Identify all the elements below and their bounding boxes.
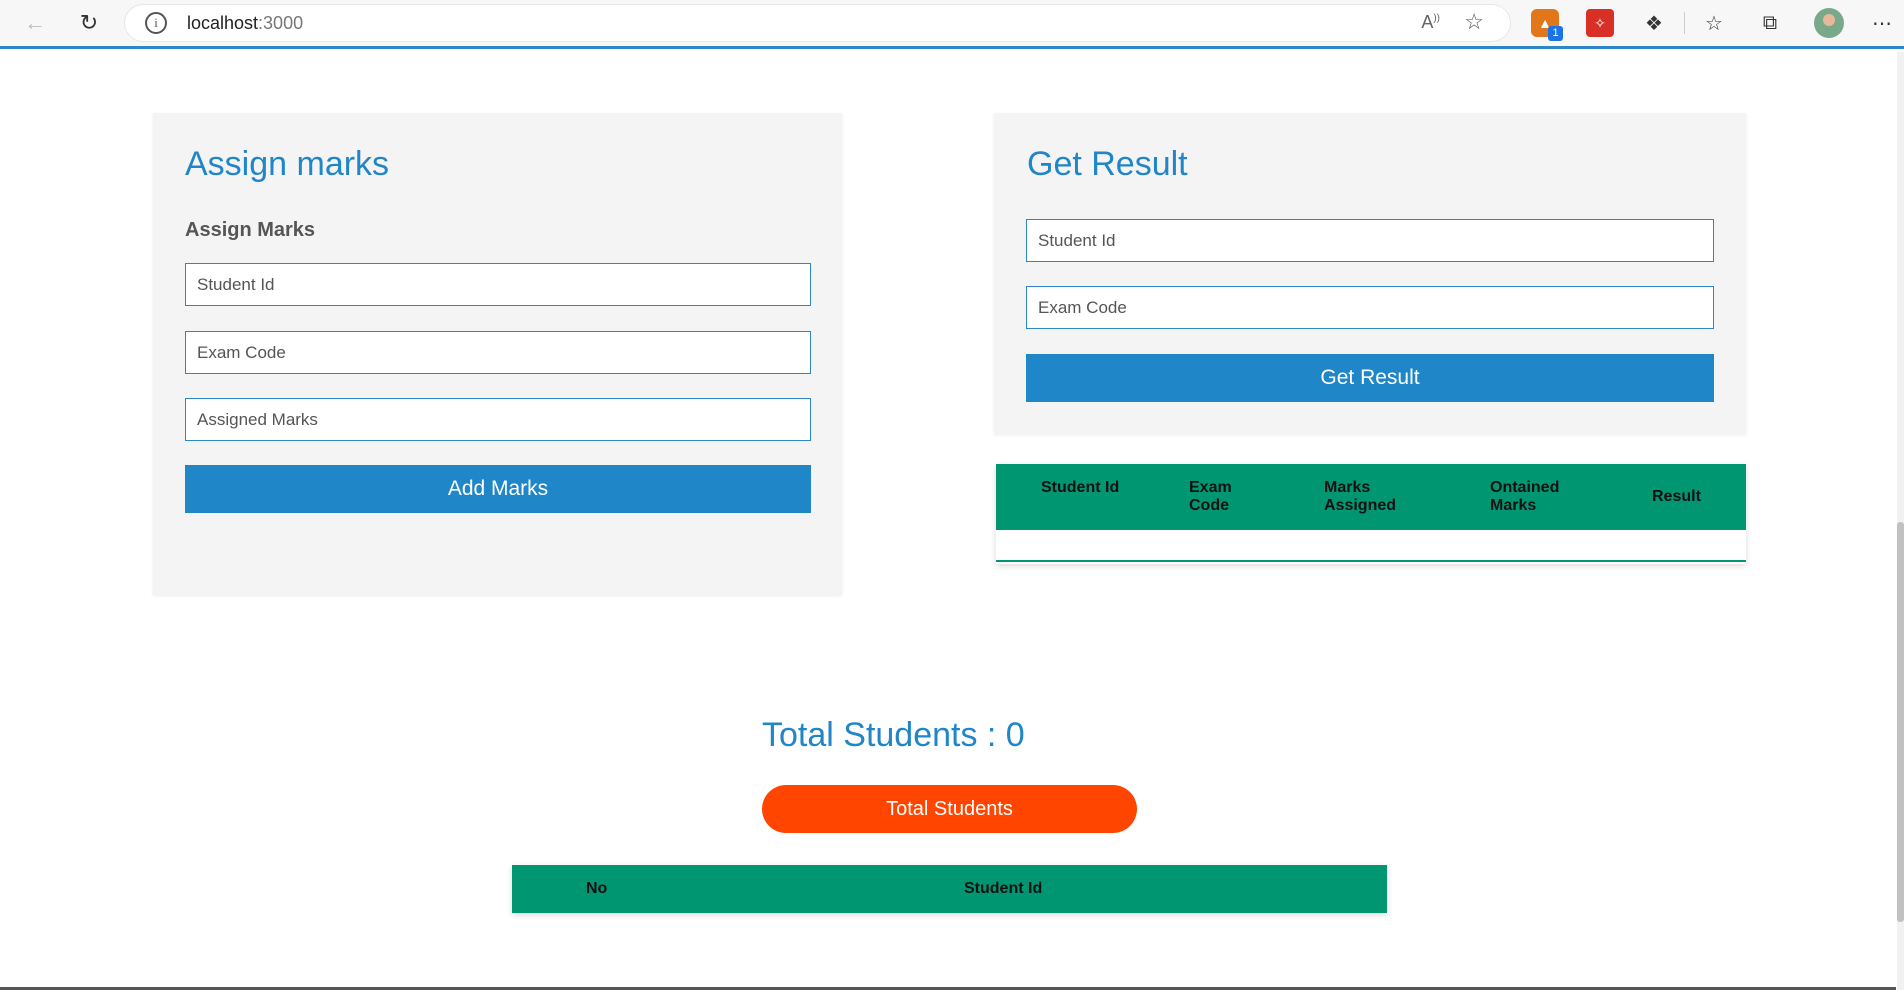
star-plus-icon[interactable]: ☆ — [1464, 9, 1484, 35]
header-student-id: Student Id — [964, 880, 1043, 897]
reload-icon[interactable]: ↻ — [72, 8, 106, 38]
page-scrollbar[interactable] — [1897, 52, 1904, 990]
result-exam-code-input[interactable] — [1026, 286, 1714, 329]
header-student-id: Student Id — [1041, 479, 1120, 496]
result-student-id-input[interactable] — [1026, 219, 1714, 262]
extension-badge: 1 — [1548, 26, 1563, 41]
get-result-panel: Get Result Get Result — [994, 113, 1746, 434]
add-marks-button[interactable]: Add Marks — [185, 465, 811, 513]
result-table: Student Id Exam Code Marks Assigned Onta… — [996, 464, 1746, 564]
favorites-icon[interactable]: ☆ — [1700, 9, 1728, 37]
collections-icon[interactable]: ⧉ — [1756, 9, 1784, 37]
header-no: No — [586, 880, 608, 897]
result-table-header: Student Id Exam Code Marks Assigned Onta… — [996, 464, 1746, 530]
assigned-marks-input[interactable] — [185, 398, 811, 441]
assign-student-id-input[interactable] — [185, 263, 811, 306]
info-icon[interactable]: i — [145, 12, 167, 34]
profile-avatar[interactable] — [1814, 8, 1844, 38]
header-result: Result — [1652, 488, 1701, 505]
total-students-button[interactable]: Total Students — [762, 785, 1137, 833]
url-text[interactable]: localhost:3000 — [187, 13, 303, 34]
students-table-header: No Student Id — [512, 865, 1387, 913]
get-result-title: Get Result — [1027, 145, 1188, 183]
back-arrow-icon[interactable]: ← — [18, 8, 52, 38]
address-bar[interactable]: i localhost:3000 A)) ☆ — [125, 5, 1510, 41]
header-marks-assigned: Marks Assigned — [1324, 479, 1397, 514]
header-exam-code: Exam Code — [1189, 479, 1232, 514]
browser-toolbar: ← ↻ i localhost:3000 A)) ☆ ▲ 1 ✧ ❖ ☆ ⧉ ⋯ — [0, 0, 1904, 49]
header-obtained-marks: Ontained Marks — [1490, 479, 1560, 514]
extensions-puzzle-icon[interactable]: ❖ — [1640, 9, 1668, 37]
total-students-heading: Total Students : 0 — [762, 716, 1025, 754]
result-table-empty-row — [996, 530, 1746, 562]
metamask-extension-icon[interactable]: ▲ 1 — [1531, 9, 1563, 41]
scrollbar-thumb[interactable] — [1897, 522, 1904, 922]
assign-marks-title: Assign marks — [185, 145, 390, 183]
assign-exam-code-input[interactable] — [185, 331, 811, 374]
assign-marks-panel: Assign marks Assign Marks Add Marks — [153, 113, 842, 595]
get-result-button[interactable]: Get Result — [1026, 354, 1714, 402]
red-extension-icon[interactable]: ✧ — [1586, 9, 1614, 37]
toolbar-separator — [1684, 12, 1685, 34]
students-table: No Student Id — [512, 865, 1387, 913]
assign-marks-subtitle: Assign Marks — [185, 219, 316, 241]
more-menu-icon[interactable]: ⋯ — [1868, 9, 1896, 37]
read-aloud-icon[interactable]: A)) — [1421, 12, 1440, 33]
